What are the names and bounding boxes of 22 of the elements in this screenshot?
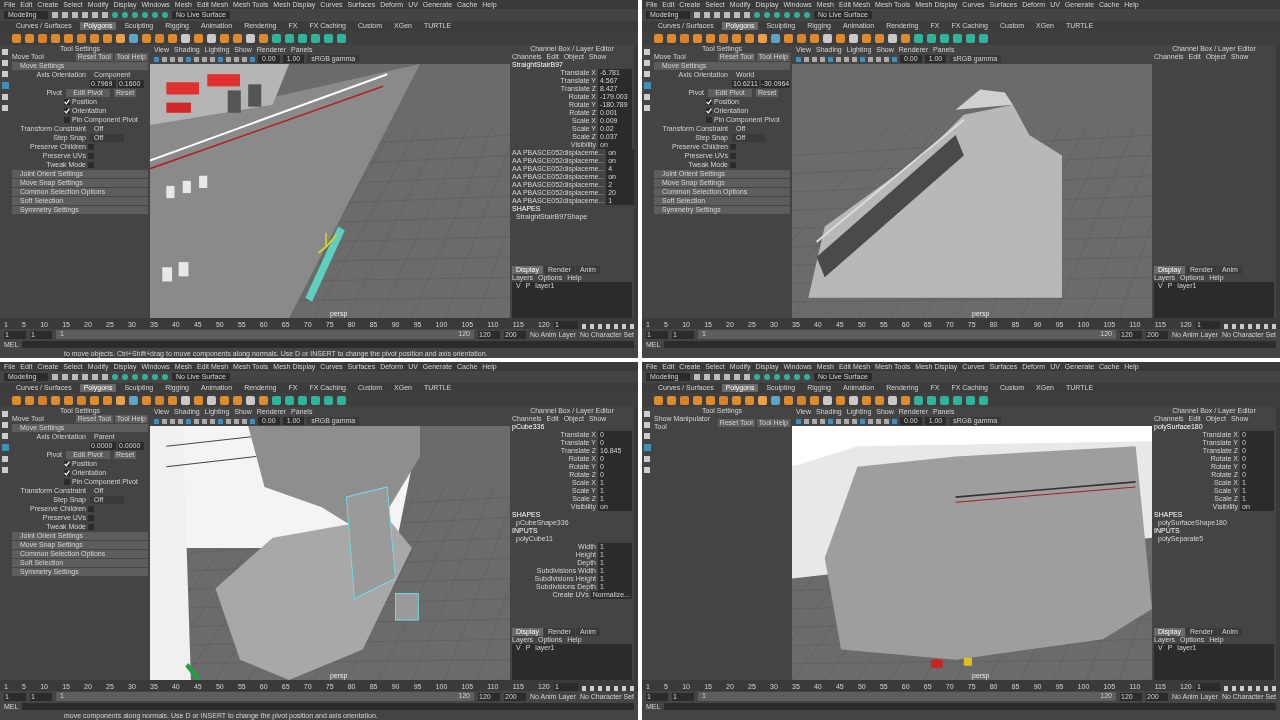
checkbox[interactable] — [706, 117, 712, 123]
checkbox[interactable] — [64, 99, 70, 105]
checkbox[interactable] — [64, 461, 70, 467]
checkbox[interactable] — [88, 506, 94, 512]
checkbox[interactable] — [64, 470, 70, 476]
viewport-ship-scene[interactable] — [792, 64, 1152, 318]
checkbox[interactable] — [730, 144, 736, 150]
checkbox[interactable] — [64, 108, 70, 114]
viewport-ship-scene[interactable] — [150, 64, 510, 318]
checkbox[interactable] — [88, 162, 94, 168]
checkbox[interactable] — [88, 515, 94, 521]
checkbox[interactable] — [64, 479, 70, 485]
checkbox[interactable] — [64, 117, 70, 123]
viewport-ship-scene[interactable] — [792, 426, 1152, 680]
checkbox[interactable] — [706, 99, 712, 105]
viewport-ship-scene[interactable] — [150, 426, 510, 680]
checkbox[interactable] — [88, 524, 94, 530]
checkbox[interactable] — [88, 153, 94, 159]
checkbox[interactable] — [730, 162, 736, 168]
checkbox[interactable] — [730, 153, 736, 159]
checkbox[interactable] — [706, 108, 712, 114]
checkbox[interactable] — [88, 144, 94, 150]
